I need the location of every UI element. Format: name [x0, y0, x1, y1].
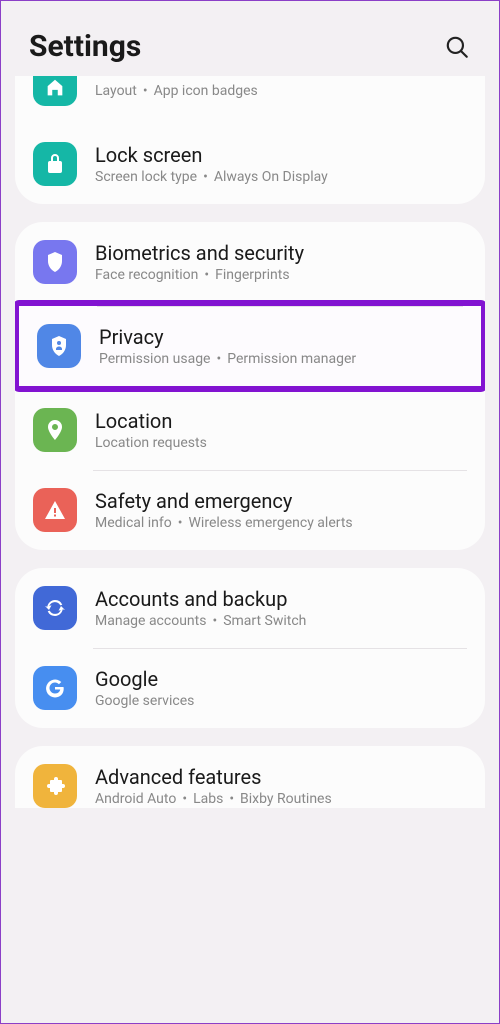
- header: Settings: [1, 1, 499, 82]
- location-pin-icon: [33, 408, 77, 452]
- google-icon: [33, 666, 77, 710]
- settings-item-advanced[interactable]: Advanced features Android Auto•Labs•Bixb…: [15, 746, 485, 808]
- item-subtitle: Layout•App icon badges: [95, 83, 467, 99]
- settings-group: Accounts and backup Manage accounts•Smar…: [15, 568, 485, 728]
- settings-item-safety[interactable]: Safety and emergency Medical info•Wirele…: [15, 470, 485, 550]
- lock-icon: [33, 142, 77, 186]
- item-subtitle: Face recognition•Fingerprints: [95, 267, 467, 283]
- item-title: Lock screen: [95, 143, 467, 167]
- item-title: Safety and emergency: [95, 489, 467, 513]
- item-title: Location: [95, 409, 467, 433]
- settings-item-privacy[interactable]: Privacy Permission usage•Permission mana…: [15, 300, 485, 392]
- item-title: Google: [95, 667, 467, 691]
- item-subtitle: Google services: [95, 693, 467, 709]
- sync-icon: [33, 586, 77, 630]
- settings-item-home-screen[interactable]: Layout•App icon badges: [15, 76, 485, 124]
- item-title: Biometrics and security: [95, 241, 467, 265]
- shield-icon: [33, 240, 77, 284]
- item-subtitle: Medical info•Wireless emergency alerts: [95, 515, 467, 531]
- privacy-shield-icon: [37, 324, 81, 368]
- settings-list: Layout•App icon badges Lock screen Scree…: [1, 76, 499, 808]
- item-subtitle: Android Auto•Labs•Bixby Routines: [95, 791, 467, 807]
- settings-item-biometrics[interactable]: Biometrics and security Face recognition…: [15, 222, 485, 302]
- item-subtitle: Manage accounts•Smart Switch: [95, 613, 467, 629]
- settings-group: Layout•App icon badges Lock screen Scree…: [15, 76, 485, 204]
- item-title: Advanced features: [95, 765, 467, 789]
- settings-item-location[interactable]: Location Location requests: [15, 390, 485, 470]
- item-subtitle: Location requests: [95, 435, 467, 451]
- warning-triangle-icon: [33, 488, 77, 532]
- settings-item-google[interactable]: Google Google services: [15, 648, 485, 728]
- puzzle-icon: [33, 764, 77, 808]
- settings-item-lock-screen[interactable]: Lock screen Screen lock type•Always On D…: [15, 124, 485, 204]
- settings-group: Advanced features Android Auto•Labs•Bixb…: [15, 746, 485, 808]
- page-title: Settings: [29, 29, 141, 64]
- settings-group: Biometrics and security Face recognition…: [15, 222, 485, 550]
- item-subtitle: Screen lock type•Always On Display: [95, 169, 467, 185]
- item-title: Accounts and backup: [95, 587, 467, 611]
- settings-item-accounts[interactable]: Accounts and backup Manage accounts•Smar…: [15, 568, 485, 648]
- search-button[interactable]: [443, 33, 471, 61]
- item-subtitle: Permission usage•Permission manager: [99, 351, 463, 367]
- search-icon: [444, 34, 470, 60]
- item-title: Privacy: [99, 325, 463, 349]
- home-icon: [33, 76, 77, 106]
